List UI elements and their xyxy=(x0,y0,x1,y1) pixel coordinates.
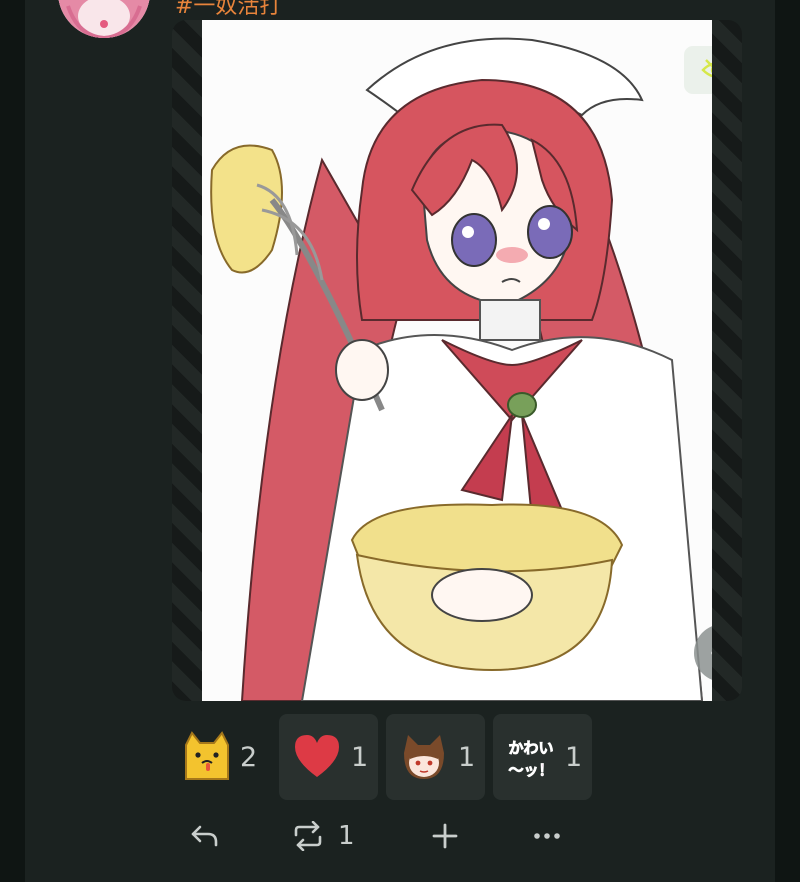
reply-icon xyxy=(191,825,218,847)
hide-media-button[interactable] xyxy=(684,46,712,94)
hashtag-link[interactable]: #一奴活打 xyxy=(175,0,281,20)
reaction-yellow-cat[interactable]: 2 xyxy=(180,714,272,800)
reaction-count: 1 xyxy=(458,741,476,773)
renote-icon xyxy=(294,821,322,851)
media-frame xyxy=(172,20,742,701)
red-heart-emoji xyxy=(291,731,343,783)
eye-slash-icon xyxy=(700,59,712,78)
reaction-count: 2 xyxy=(240,741,258,773)
kawaii-text-emoji: かわい 〜ッ！ xyxy=(505,731,557,783)
plus-icon xyxy=(432,823,458,849)
reaction-kawaii[interactable]: かわい 〜ッ！ 1 xyxy=(493,714,592,800)
reaction-count: 1 xyxy=(351,741,369,773)
more-icon xyxy=(534,833,560,839)
attached-image[interactable] xyxy=(202,20,712,701)
reaction-heart[interactable]: 1 xyxy=(279,714,378,800)
svg-text:〜ッ！: 〜ッ！ xyxy=(508,761,553,779)
renote-count: 1 xyxy=(338,821,355,851)
catgirl-emoji xyxy=(398,731,450,783)
ellipsis-icon xyxy=(711,651,712,655)
reply-button[interactable] xyxy=(190,814,220,858)
svg-text:かわい: かわい xyxy=(508,739,553,757)
reaction-count: 1 xyxy=(565,741,583,773)
renote-button[interactable]: 1 xyxy=(292,814,355,858)
more-button[interactable] xyxy=(533,814,561,858)
add-reaction-button[interactable] xyxy=(432,814,458,858)
maid-illustration xyxy=(202,20,712,701)
yellow-cat-emoji xyxy=(180,731,232,783)
reaction-catgirl[interactable]: 1 xyxy=(386,714,485,800)
